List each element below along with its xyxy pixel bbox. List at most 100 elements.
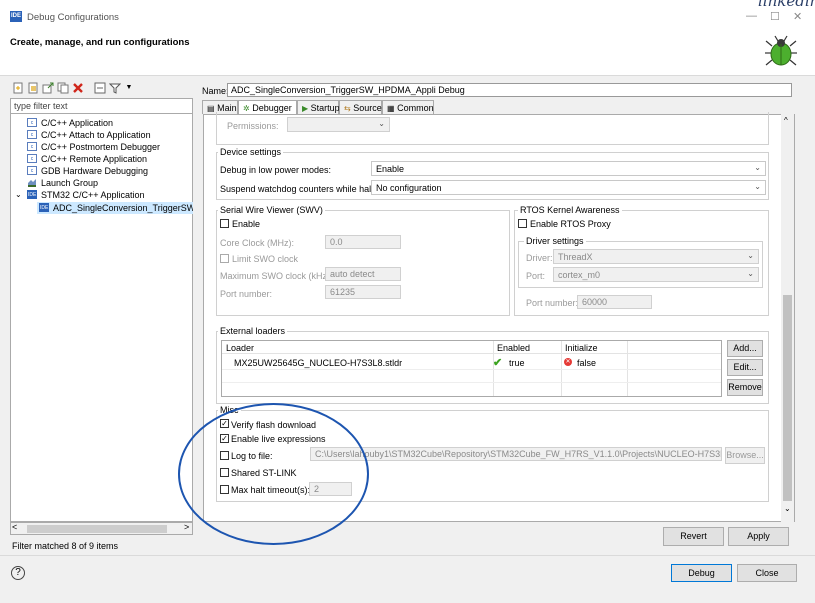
error-icon: ✕ bbox=[564, 358, 572, 366]
chevron-down-icon[interactable]: ⌄ bbox=[15, 190, 22, 199]
c-config-icon: c bbox=[27, 118, 37, 127]
column-header-initialize[interactable]: Initialize bbox=[565, 343, 598, 353]
swv-enable-checkbox[interactable] bbox=[220, 219, 229, 228]
brand-watermark: linkedin bbox=[758, 0, 815, 10]
scroll-up-arrow-icon[interactable]: ^ bbox=[784, 116, 788, 125]
filter-icon[interactable] bbox=[108, 82, 122, 94]
minimize-button[interactable]: — bbox=[746, 10, 757, 22]
new-config-icon[interactable] bbox=[12, 82, 24, 94]
scroll-right-arrow-icon[interactable]: > bbox=[184, 522, 189, 532]
rtos-proxy-checkbox[interactable] bbox=[518, 219, 527, 228]
tree-item-label: C/C++ Postmortem Debugger bbox=[41, 142, 161, 152]
tree-item-cc-application[interactable]: c C/C++ Application bbox=[27, 118, 113, 128]
c-config-icon: c bbox=[27, 130, 37, 139]
log-file-path-field[interactable]: C:\Users\lahouby1\STM32Cube\Repository\S… bbox=[310, 447, 722, 461]
tree-item-cc-remote[interactable]: c C/C++ Remote Application bbox=[27, 154, 147, 164]
permissions-label: Permissions: bbox=[227, 121, 279, 131]
driver-value: ThreadX bbox=[558, 252, 593, 262]
rtos-port-value: cortex_m0 bbox=[558, 270, 601, 280]
maximize-button[interactable]: ☐ bbox=[770, 10, 780, 23]
loader-enabled: true bbox=[509, 358, 525, 368]
help-icon[interactable]: ? bbox=[11, 566, 25, 580]
c-config-icon: c bbox=[27, 166, 37, 175]
tree-item-label: C/C++ Remote Application bbox=[41, 154, 148, 164]
scrollbar-thumb[interactable] bbox=[27, 525, 167, 533]
tree-item-stm32-application[interactable]: ⌄ IDE STM32 C/C++ Application bbox=[15, 190, 145, 200]
apply-button[interactable]: Apply bbox=[728, 527, 789, 546]
tree-item-cc-attach[interactable]: c C/C++ Attach to Application bbox=[27, 130, 151, 140]
scroll-down-arrow-icon[interactable]: ⌄ bbox=[784, 504, 791, 513]
row-divider bbox=[222, 382, 721, 383]
chevron-down-icon: ⌄ bbox=[747, 269, 754, 278]
delete-icon[interactable] bbox=[72, 82, 84, 94]
swv-title: Serial Wire Viewer (SWV) bbox=[218, 205, 325, 215]
revert-button[interactable]: Revert bbox=[663, 527, 724, 546]
add-loader-button[interactable]: Add... bbox=[727, 340, 763, 357]
rtos-port-select[interactable]: cortex_m0 ⌄ bbox=[553, 267, 759, 282]
loader-name: MX25UW25645G_NUCLEO-H7S3L8.stldr bbox=[234, 358, 403, 368]
close-button[interactable]: Close bbox=[737, 564, 797, 582]
tree-item-label: ADC_SingleConversion_TriggerSW_HPD bbox=[53, 203, 193, 213]
main-tab-icon: ▤ bbox=[207, 104, 215, 113]
tree-item-label: Launch Group bbox=[41, 178, 99, 188]
device-settings-title: Device settings bbox=[218, 147, 284, 157]
tree-item-launch-group[interactable]: Launch Group bbox=[27, 178, 98, 188]
limit-swo-checkbox[interactable] bbox=[220, 254, 229, 263]
low-power-select[interactable]: Enable ⌄ bbox=[371, 161, 766, 176]
tree-item-label: GDB Hardware Debugging bbox=[41, 166, 149, 176]
tree-item-label: STM32 C/C++ Application bbox=[41, 190, 145, 200]
filter-input[interactable]: type filter text bbox=[10, 98, 193, 114]
driver-settings-title: Driver settings bbox=[524, 236, 586, 246]
external-loaders-title: External loaders bbox=[218, 326, 288, 336]
dropdown-arrow-icon[interactable]: ▼ bbox=[123, 82, 135, 94]
config-tree[interactable]: c C/C++ Application c C/C++ Attach to Ap… bbox=[10, 114, 193, 522]
scrollbar-thumb[interactable] bbox=[783, 295, 792, 501]
launch-group-icon bbox=[27, 178, 37, 190]
swv-enable-label: Enable bbox=[232, 219, 261, 229]
rtos-port-number-field[interactable]: 60000 bbox=[577, 295, 652, 309]
tree-item-gdb-hardware[interactable]: c GDB Hardware Debugging bbox=[27, 166, 148, 176]
duplicate-icon[interactable] bbox=[57, 82, 69, 94]
scroll-left-arrow-icon[interactable]: < bbox=[12, 522, 17, 532]
rtos-title: RTOS Kernel Awareness bbox=[518, 205, 622, 215]
filter-status: Filter matched 8 of 9 items bbox=[12, 541, 119, 551]
export-icon[interactable] bbox=[42, 82, 54, 94]
ide-app-icon: IDE bbox=[10, 11, 22, 22]
annotation-ellipse bbox=[178, 403, 369, 545]
new-prototype-icon[interactable] bbox=[27, 82, 39, 94]
debug-button[interactable]: Debug bbox=[671, 564, 732, 582]
suspend-value: No configuration bbox=[376, 183, 442, 193]
table-row[interactable]: MX25UW25645G_NUCLEO-H7S3L8.stldr ✔ true … bbox=[222, 355, 721, 369]
collapse-all-icon[interactable] bbox=[94, 82, 106, 94]
limit-swo-label: Limit SWO clock bbox=[232, 254, 299, 264]
column-header-loader[interactable]: Loader bbox=[226, 343, 254, 353]
chevron-down-icon: ⌄ bbox=[378, 119, 385, 128]
close-window-button[interactable]: ✕ bbox=[793, 10, 802, 23]
core-clock-field[interactable]: 0.0 bbox=[325, 235, 401, 249]
driver-label: Driver: bbox=[526, 253, 553, 263]
driver-select[interactable]: ThreadX ⌄ bbox=[553, 249, 759, 264]
swv-port-field[interactable]: 61235 bbox=[325, 285, 401, 299]
tree-item-label: C/C++ Attach to Application bbox=[41, 130, 151, 140]
c-config-icon: c bbox=[27, 142, 37, 151]
chevron-down-icon: ⌄ bbox=[747, 251, 754, 260]
tree-item-cc-postmortem[interactable]: c C/C++ Postmortem Debugger bbox=[27, 142, 160, 152]
low-power-value: Enable bbox=[376, 164, 405, 174]
ide-icon: IDE bbox=[39, 203, 49, 212]
suspend-select[interactable]: No configuration ⌄ bbox=[371, 180, 766, 195]
edit-loader-button[interactable]: Edit... bbox=[727, 359, 763, 376]
column-header-enabled[interactable]: Enabled bbox=[497, 343, 530, 353]
rtos-port-label: Port: bbox=[526, 271, 546, 281]
remove-loader-button[interactable]: Remove bbox=[727, 379, 763, 396]
c-config-icon: c bbox=[27, 154, 37, 163]
name-input[interactable]: ADC_SingleConversion_TriggerSW_HPDMA_App… bbox=[227, 83, 792, 97]
max-swo-label: Maximum SWO clock (kHz): bbox=[220, 271, 333, 281]
browse-button[interactable]: Browse... bbox=[725, 447, 765, 464]
max-swo-field[interactable]: auto detect bbox=[325, 267, 401, 281]
tree-item-adc-debug[interactable]: IDE ADC_SingleConversion_TriggerSW_HPD bbox=[37, 202, 193, 214]
chevron-down-icon: ⌄ bbox=[754, 182, 761, 191]
permissions-combo[interactable]: ⌄ bbox=[287, 117, 390, 132]
loaders-table[interactable]: Loader Enabled Initialize MX25UW25645G_N… bbox=[221, 340, 722, 397]
tree-item-label: C/C++ Application bbox=[41, 118, 114, 128]
suspend-label: Suspend watchdog counters while halted: bbox=[220, 184, 387, 194]
